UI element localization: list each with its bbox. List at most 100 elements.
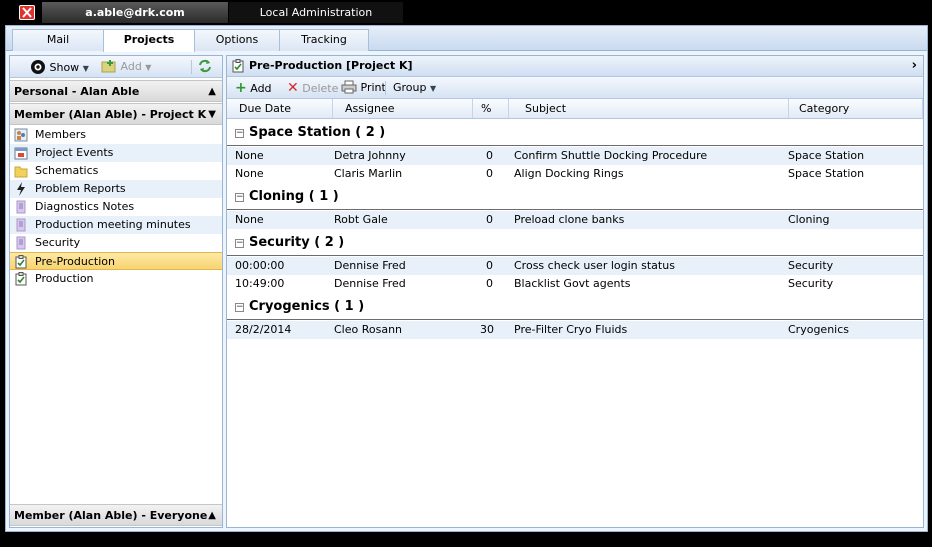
column-header-due-date[interactable]: Due Date — [227, 99, 333, 118]
folder-item-diagnostics-notes[interactable]: Diagnostics Notes — [10, 198, 222, 216]
member-section-title: Member (Alan Able) - Project K — [14, 108, 207, 121]
column-header-category[interactable]: Category — [789, 99, 923, 118]
table-row[interactable]: None Claris Marlin 0 Align Docking Rings… — [227, 165, 923, 183]
folder-item-label: Diagnostics Notes — [35, 200, 135, 213]
add-folder-button[interactable]: Add ▼ — [101, 59, 151, 75]
notes-icon — [16, 218, 26, 232]
assignee-cell: Dennise Fred — [334, 277, 406, 290]
assignee-cell: Robt Gale — [334, 213, 388, 226]
due-date-cell: None — [235, 149, 264, 162]
chevron-up-icon[interactable]: ▲ — [208, 505, 216, 526]
subject-cell: Cross check user login status — [514, 259, 675, 272]
table-row[interactable]: 00:00:00 Dennise Fred 0 Cross check user… — [227, 257, 923, 275]
member-section-header[interactable]: Member (Alan Able) - Project K ▼ — [10, 103, 222, 125]
add-folder-label: Add — [120, 60, 142, 73]
add-folder-icon — [101, 60, 116, 73]
lightning-icon — [17, 182, 25, 196]
task-icon — [15, 255, 27, 269]
task-icon — [232, 59, 244, 73]
folder-item-production[interactable]: Production — [10, 270, 222, 288]
subject-cell: Blacklist Govt agents — [514, 277, 631, 290]
print-button[interactable]: Print — [341, 80, 386, 96]
tab-mail[interactable]: Mail — [12, 29, 104, 51]
dropdown-arrow-icon: ▼ — [82, 64, 89, 73]
folder-toolbar: Show ▼ Add ▼ — [10, 56, 222, 78]
folder-item-label: Production meeting minutes — [35, 218, 191, 231]
plus-icon: + — [235, 80, 247, 96]
table-row[interactable]: None Detra Johnny 0 Confirm Shuttle Dock… — [227, 147, 923, 165]
personal-section-title: Personal - Alan Able — [14, 85, 140, 98]
folder-item-project-events[interactable]: Project Events — [10, 144, 222, 162]
group-title: Security ( 2 ) — [249, 235, 345, 250]
tab-projects[interactable]: Projects — [103, 29, 195, 52]
close-icon[interactable] — [19, 5, 35, 20]
folder-title: Pre-Production [Project K] — [249, 59, 413, 72]
show-button[interactable]: Show ▼ — [30, 59, 89, 75]
category-cell: Security — [788, 277, 834, 290]
group-header-cloning[interactable]: − Cloning ( 1 ) — [227, 184, 923, 210]
category-cell: Security — [788, 259, 834, 272]
group-title: Cryogenics ( 1 ) — [249, 299, 365, 314]
folder-item-pre-production[interactable]: Pre-Production — [10, 252, 222, 270]
folder-icon — [14, 166, 28, 178]
folder-item-label: Members — [35, 128, 86, 141]
task-toolbar: + Add ✕ Delete Print Group ▼ — [227, 77, 923, 99]
module-tabs: Mail Projects Options Tracking — [6, 26, 927, 52]
folder-item-label: Security — [35, 236, 81, 249]
tab-tracking[interactable]: Tracking — [279, 29, 369, 51]
notes-icon — [16, 236, 26, 250]
folder-item-label: Project Events — [35, 146, 114, 159]
print-label: Print — [360, 81, 386, 94]
table-row[interactable]: 10:49:00 Dennise Fred 0 Blacklist Govt a… — [227, 275, 923, 293]
group-button[interactable]: Group ▼ — [393, 80, 436, 96]
assignee-cell: Cleo Rosann — [334, 323, 403, 336]
assignee-cell: Claris Marlin — [334, 167, 403, 180]
chevron-up-icon[interactable]: ▲ — [208, 81, 216, 102]
show-label: Show — [49, 61, 80, 74]
folder-item-production-meeting-minutes[interactable]: Production meeting minutes — [10, 216, 222, 234]
calendar-icon — [14, 147, 28, 160]
folder-item-label: Schematics — [35, 164, 99, 177]
percent-cell: 0 — [486, 149, 493, 162]
add-task-button[interactable]: + Add — [235, 80, 272, 96]
column-header-row: Due Date Assignee % Subject Category — [227, 99, 923, 119]
column-header-subject[interactable]: Subject — [509, 99, 789, 118]
due-date-cell: 10:49:00 — [235, 277, 285, 290]
everyone-section-title: Member (Alan Able) - Everyone in — [14, 509, 208, 543]
folder-title-bar: Pre-Production [Project K] › — [227, 56, 923, 77]
collapse-icon[interactable]: − — [235, 239, 244, 248]
folder-item-schematics[interactable]: Schematics — [10, 162, 222, 180]
subject-cell: Preload clone banks — [514, 213, 625, 226]
chevron-down-icon[interactable]: ▼ — [208, 104, 216, 125]
dropdown-arrow-icon: ▼ — [430, 84, 437, 93]
collapse-icon[interactable]: − — [235, 129, 244, 138]
percent-cell: 0 — [486, 167, 493, 180]
personal-section-header[interactable]: Personal - Alan Able ▲ — [10, 80, 222, 102]
table-row[interactable]: 28/2/2014 Cleo Rosann 30 Pre-Filter Cryo… — [227, 321, 923, 339]
percent-cell: 30 — [480, 323, 494, 336]
everyone-section-header[interactable]: Member (Alan Able) - Everyone in ▲ — [10, 504, 222, 543]
eye-icon — [31, 60, 45, 74]
collapse-icon[interactable]: − — [235, 193, 244, 202]
local-administration-tab[interactable]: Local Administration — [229, 2, 403, 23]
folder-item-security[interactable]: Security — [10, 234, 222, 252]
folder-item-members[interactable]: Members — [10, 126, 222, 144]
due-date-cell: 28/2/2014 — [235, 323, 292, 336]
user-session-tab[interactable]: a.able@drk.com — [42, 2, 228, 23]
category-cell: Space Station — [788, 167, 865, 180]
chevron-right-icon[interactable]: › — [912, 56, 917, 76]
table-row[interactable]: None Robt Gale 0 Preload clone banks Clo… — [227, 211, 923, 229]
folder-item-problem-reports[interactable]: Problem Reports — [10, 180, 222, 198]
refresh-button[interactable] — [198, 59, 212, 75]
column-header-assignee[interactable]: Assignee — [333, 99, 473, 118]
collapse-icon[interactable]: − — [235, 303, 244, 312]
tab-options[interactable]: Options — [194, 29, 280, 51]
group-title: Space Station ( 2 ) — [249, 125, 386, 140]
group-header-security[interactable]: − Security ( 2 ) — [227, 230, 923, 256]
delete-task-label: Delete — [302, 82, 339, 95]
delete-task-button[interactable]: ✕ Delete — [287, 80, 338, 96]
column-header-percent[interactable]: % — [473, 99, 509, 118]
group-header-space-station[interactable]: − Space Station ( 2 ) — [227, 120, 923, 146]
percent-cell: 0 — [486, 213, 493, 226]
group-header-cryogenics[interactable]: − Cryogenics ( 1 ) — [227, 294, 923, 320]
